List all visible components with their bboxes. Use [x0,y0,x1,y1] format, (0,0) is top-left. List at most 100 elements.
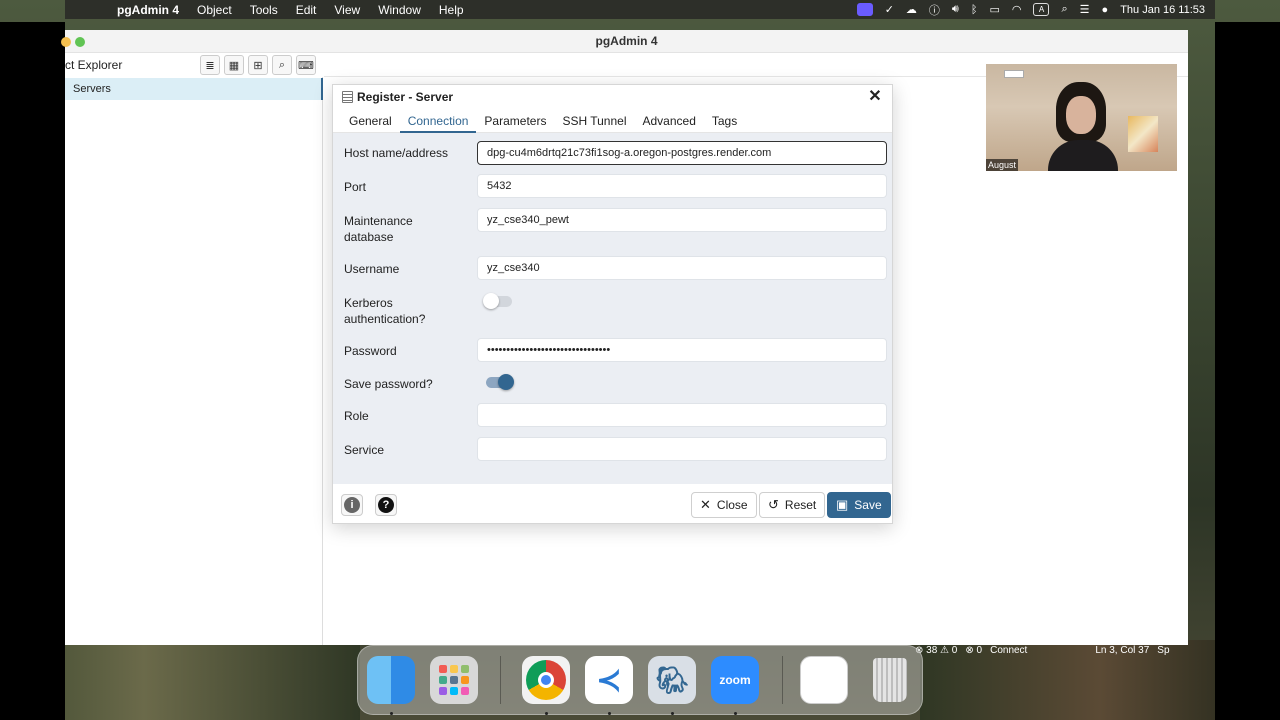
explorer-toolbar: ct Explorer ≣ ▦ ⊞ ⌕ ⌨ [65,53,323,77]
info-icon: i [344,497,360,513]
vscode-icon[interactable]: ≺ [585,656,633,704]
maintenance-db-input[interactable]: yz_cse340_pewt [477,208,887,232]
table-icon[interactable]: ▦ [224,55,244,75]
username-label: Username [344,262,400,276]
tab-connection[interactable]: Connection [399,111,477,133]
trash-icon[interactable] [866,656,914,704]
running-indicator [608,712,611,715]
username-input[interactable]: yz_cse340 [477,256,887,280]
status-extra[interactable]: Sp [1157,645,1169,657]
tab-advanced[interactable]: Advanced [635,111,704,133]
zoom-icon[interactable]: zoom [711,656,759,704]
cursor-position[interactable]: Ln 3, Col 37 [1095,645,1149,657]
close-button-label: Close [716,498,748,512]
save-icon: ▣ [836,497,849,512]
server-icon [342,91,353,103]
menu-window[interactable]: Window [378,3,421,17]
zoom-button[interactable] [75,37,85,47]
menu-help[interactable]: Help [439,3,464,17]
role-input[interactable] [477,403,887,427]
tab-ssh-tunnel[interactable]: SSH Tunnel [554,111,634,133]
dock-separator [782,656,783,704]
wall-vent [1004,70,1024,78]
input-source-icon[interactable]: A [1033,3,1050,16]
screen-share-icon[interactable] [856,3,873,16]
terminal-icon[interactable]: ⌨ [296,55,316,75]
bluetooth-icon[interactable]: ᛒ [971,4,978,16]
participant-video [1048,82,1120,171]
dialog-title: Register - Server [357,90,454,104]
reset-button-label: Reset [784,498,817,512]
battery-icon[interactable]: ▭ [989,3,999,16]
participant-name: August [986,159,1019,171]
control-center-icon[interactable]: ☰ [1080,3,1090,16]
dialog-footer: i ? ✕ Close ↺ Reset ▣ Save [333,485,892,525]
filter-icon[interactable]: ⊞ [248,55,268,75]
spotlight-icon[interactable]: ⌕ [1061,3,1067,16]
tab-tags[interactable]: Tags [704,111,745,133]
object-explorer: Servers [65,77,323,645]
role-label: Role [344,409,369,423]
save-password-toggle[interactable] [486,374,514,390]
explorer-tools: ≣ ▦ ⊞ ⌕ ⌨ [200,55,316,75]
help-button[interactable]: ? [375,494,397,516]
maintenance-db-label-2: database [344,230,394,244]
dialog-tabs: General Connection Parameters SSH Tunnel… [333,111,892,133]
menu-view[interactable]: View [334,3,360,17]
database-icon[interactable]: ≣ [200,55,220,75]
running-indicator [390,712,393,715]
menu-edit[interactable]: Edit [296,3,317,17]
tab-parameters[interactable]: Parameters [476,111,554,133]
host-label: Host name/address [344,146,449,160]
search-icon[interactable]: ⌕ [272,55,292,75]
ports-indicator[interactable]: ⊗ 0 [965,645,982,657]
participant-body [1048,140,1118,171]
menu-app-name[interactable]: pgAdmin 4 [117,3,179,17]
window-titlebar: pgAdmin 4 [61,30,1188,53]
menu-object[interactable]: Object [197,3,232,17]
tab-general[interactable]: General [341,111,400,133]
port-input[interactable]: 5432 [477,174,887,198]
video-thumbnail[interactable]: August [986,64,1177,171]
close-icon[interactable]: ✕ [866,88,884,106]
connect-indicator[interactable]: Connect [990,645,1027,657]
cloud-icon[interactable]: ☁ [906,3,917,16]
checkmark-icon[interactable]: ✓ [885,3,894,16]
maintenance-db-label: Maintenance [344,214,413,228]
menu-clock[interactable]: Thu Jan 16 11:53 [1120,4,1205,16]
volume-icon[interactable]: 🔊︎ [952,3,959,16]
help-icon: ? [378,497,394,513]
kerberos-label-2: authentication? [344,312,426,326]
running-indicator [671,712,674,715]
host-input[interactable]: dpg-cu4m6drtq21c73fi1sog-a.oregon-postgr… [477,141,887,165]
minimize-button[interactable] [61,37,71,47]
wifi-icon[interactable]: ◠ [1012,3,1022,16]
dialog-header: Register - Server ✕ [333,85,892,109]
port-label: Port [344,180,367,194]
finder-icon[interactable] [367,656,415,704]
chrome-logo [526,660,566,700]
siri-icon[interactable]: ● [1102,4,1109,16]
explorer-title: ct Explorer [65,58,123,72]
reset-button[interactable]: ↺ Reset [759,492,826,518]
service-input[interactable] [477,437,887,461]
save-button[interactable]: ▣ Save [827,492,891,518]
register-server-dialog: Register - Server ✕ General Connection P… [332,84,893,524]
menu-tools[interactable]: Tools [250,3,278,17]
kerberos-toggle[interactable] [483,293,512,309]
trash-can [873,658,907,702]
running-indicator [545,712,548,715]
password-input[interactable]: •••••••••••••••••••••••••••••••• [477,338,887,362]
info-button[interactable]: i [341,494,363,516]
running-indicator [734,712,737,715]
info-icon[interactable]: ⓘ [929,2,940,18]
launchpad-icon[interactable] [430,656,478,704]
tree-item-label: Servers [73,83,111,95]
close-button[interactable]: ✕ Close [691,492,757,518]
preview-window-icon[interactable] [800,656,848,704]
chrome-icon[interactable] [522,656,570,704]
letterbox-right [1215,22,1280,720]
pgadmin-icon[interactable]: 🐘︎ [648,656,696,704]
kerberos-label: Kerberos [344,296,393,310]
tree-item-servers[interactable]: Servers [65,78,323,100]
